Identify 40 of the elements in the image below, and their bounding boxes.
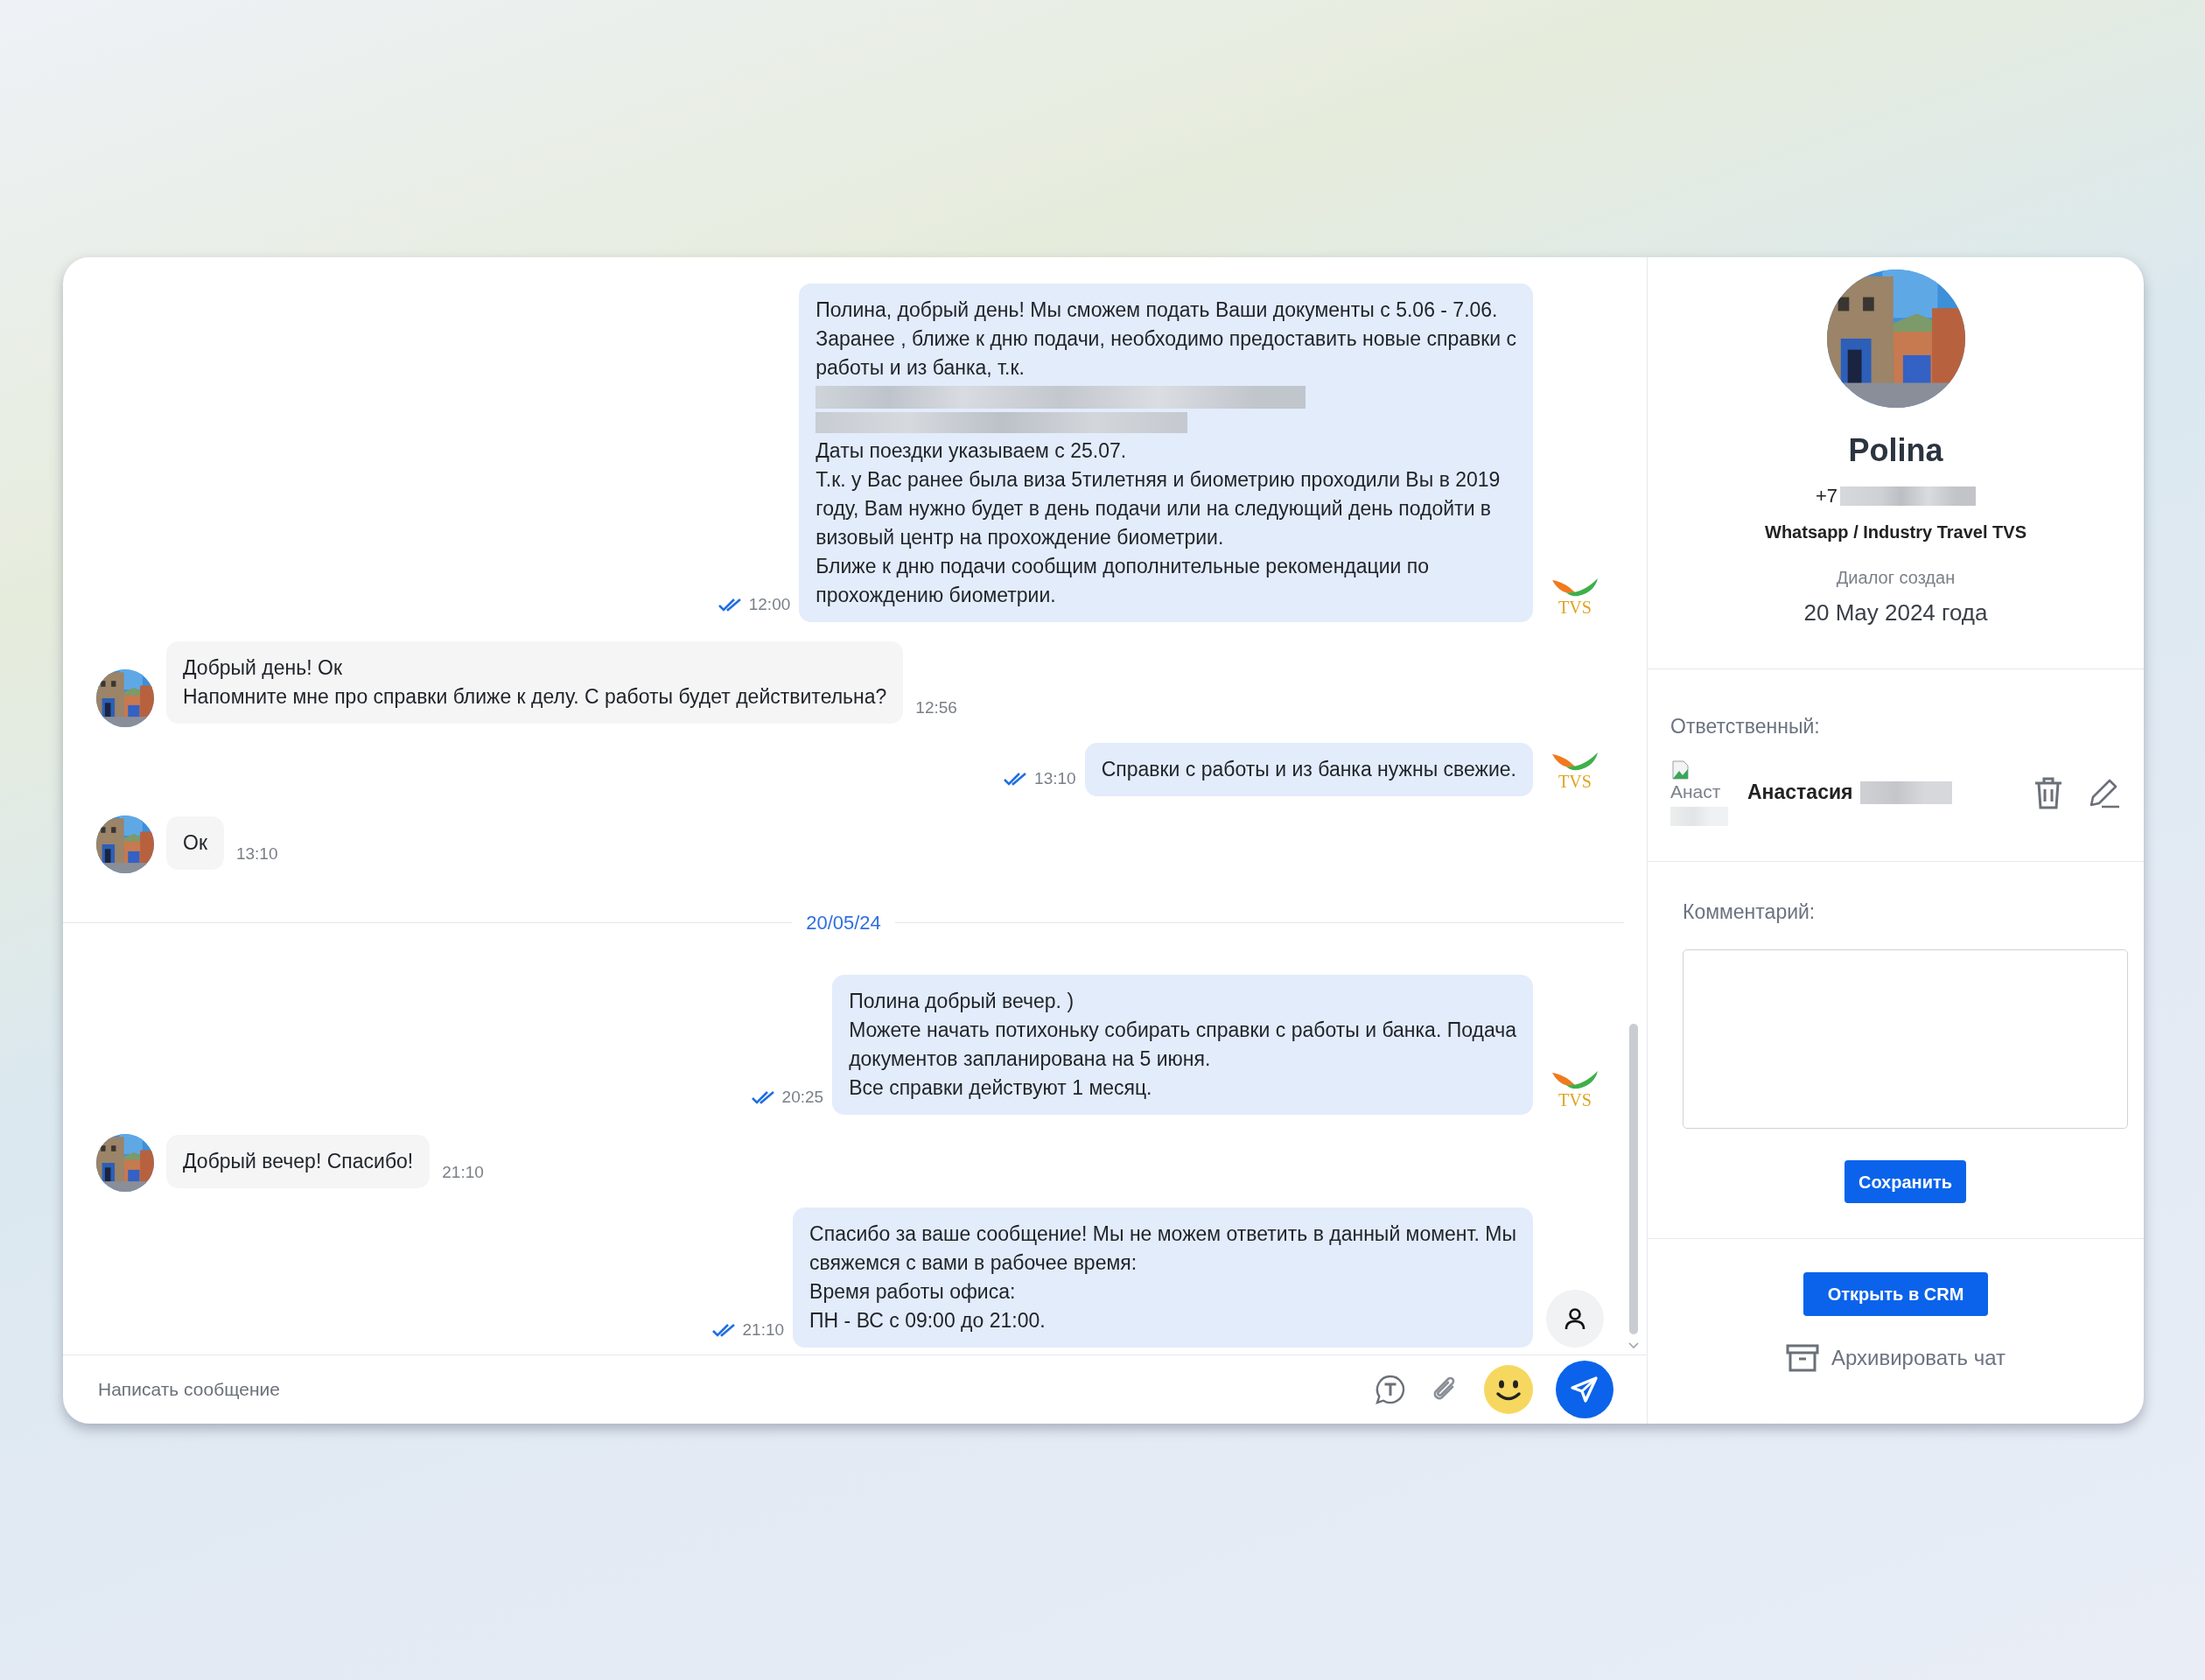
message-time: 20:25 [781,1086,824,1108]
created-date: 20 May 2024 года [1803,598,1988,627]
phone-number: +7 [1815,484,1838,508]
message-time: 13:10 [235,843,278,864]
comment-field[interactable] [1683,949,2128,1129]
company-logo: TVS [1550,1069,1600,1110]
scrollbar-thumb[interactable] [1629,1024,1638,1334]
message-bubble: Добрый вечер! Спасибо! [166,1135,430,1188]
broken-image-icon [1670,759,1690,780]
message-text: Даты поездки указываем с 25.07. Т.к. у Вас ранее была виза 5тилетняя и биометрию проходили Вы в 2019 году, Вам нужно будет в день подачи или на следующий день подойти в визовый центр на прохождение биометрии. Ближе к дню подачи сообщим дополнительные рекомендации по прохождению биометрии. [816,438,1502,608]
redacted-bar [1670,806,1728,826]
user-icon [1564,1307,1586,1330]
message-time: 21:10 [442,1161,484,1183]
channel-name: Whatsapp / Industry Travel TVS [1765,522,2026,543]
archive-button[interactable]: Архивировать чат [1785,1342,2006,1374]
open-crm-button[interactable]: Открыть в CRM [1802,1272,1989,1316]
image-alt-text: Анаст [1670,780,1721,803]
message-text: Полина, добрый день! Мы сможем подать Ваши документы с 5.06 - 7.06. Заранее , ближе к дню подачи, необходимо предоставить новые справки с работы и из банка, т.к. [816,298,1516,381]
contact-name: Polina [1848,431,1943,470]
message-text: Справки с работы и из банка нужны свежие. [1101,757,1516,782]
message-input[interactable]: Написать сообщение [98,1376,1351,1404]
company-logo: TVS [1550,577,1600,617]
message-time: 21:10 [742,1319,785,1340]
message-bubble: Ок [166,816,224,870]
template-icon[interactable] [1374,1373,1407,1406]
comment-label: Комментарий: [1683,899,1816,925]
responsible-label: Ответственный: [1670,714,1821,739]
send-icon [1570,1375,1600,1404]
message-time: 12:00 [748,593,791,615]
message-text: Спасибо за ваше сообщение! Мы не можем ответить в данный момент. Мы свяжемся с вами в рабочее время: Время работы офиса: ПН - ВС с 09:00 до 21:00. [809,1222,1516,1334]
archive-icon [1785,1344,1819,1372]
responsible-name: Анастасия [1747,780,1853,806]
message-time: 13:10 [1034,767,1076,789]
message-bubble: Добрый день! Ок Напомните мне про справки ближе к делу. С работы будет действительна? [166,641,904,724]
company-logo: TVS [1550,751,1600,791]
created-label: Диалог создан [1836,567,1956,589]
save-button[interactable]: Сохранить [1844,1160,1967,1203]
message-time: 12:56 [915,696,957,718]
message-text: Полина добрый вечер. ) Можете начать потихоньку собирать справки с работы и банка. Подача документов запланирована на 5 июня. Все справки действуют 1 месяц. [849,989,1516,1101]
emoji-icon[interactable] [1484,1365,1533,1414]
